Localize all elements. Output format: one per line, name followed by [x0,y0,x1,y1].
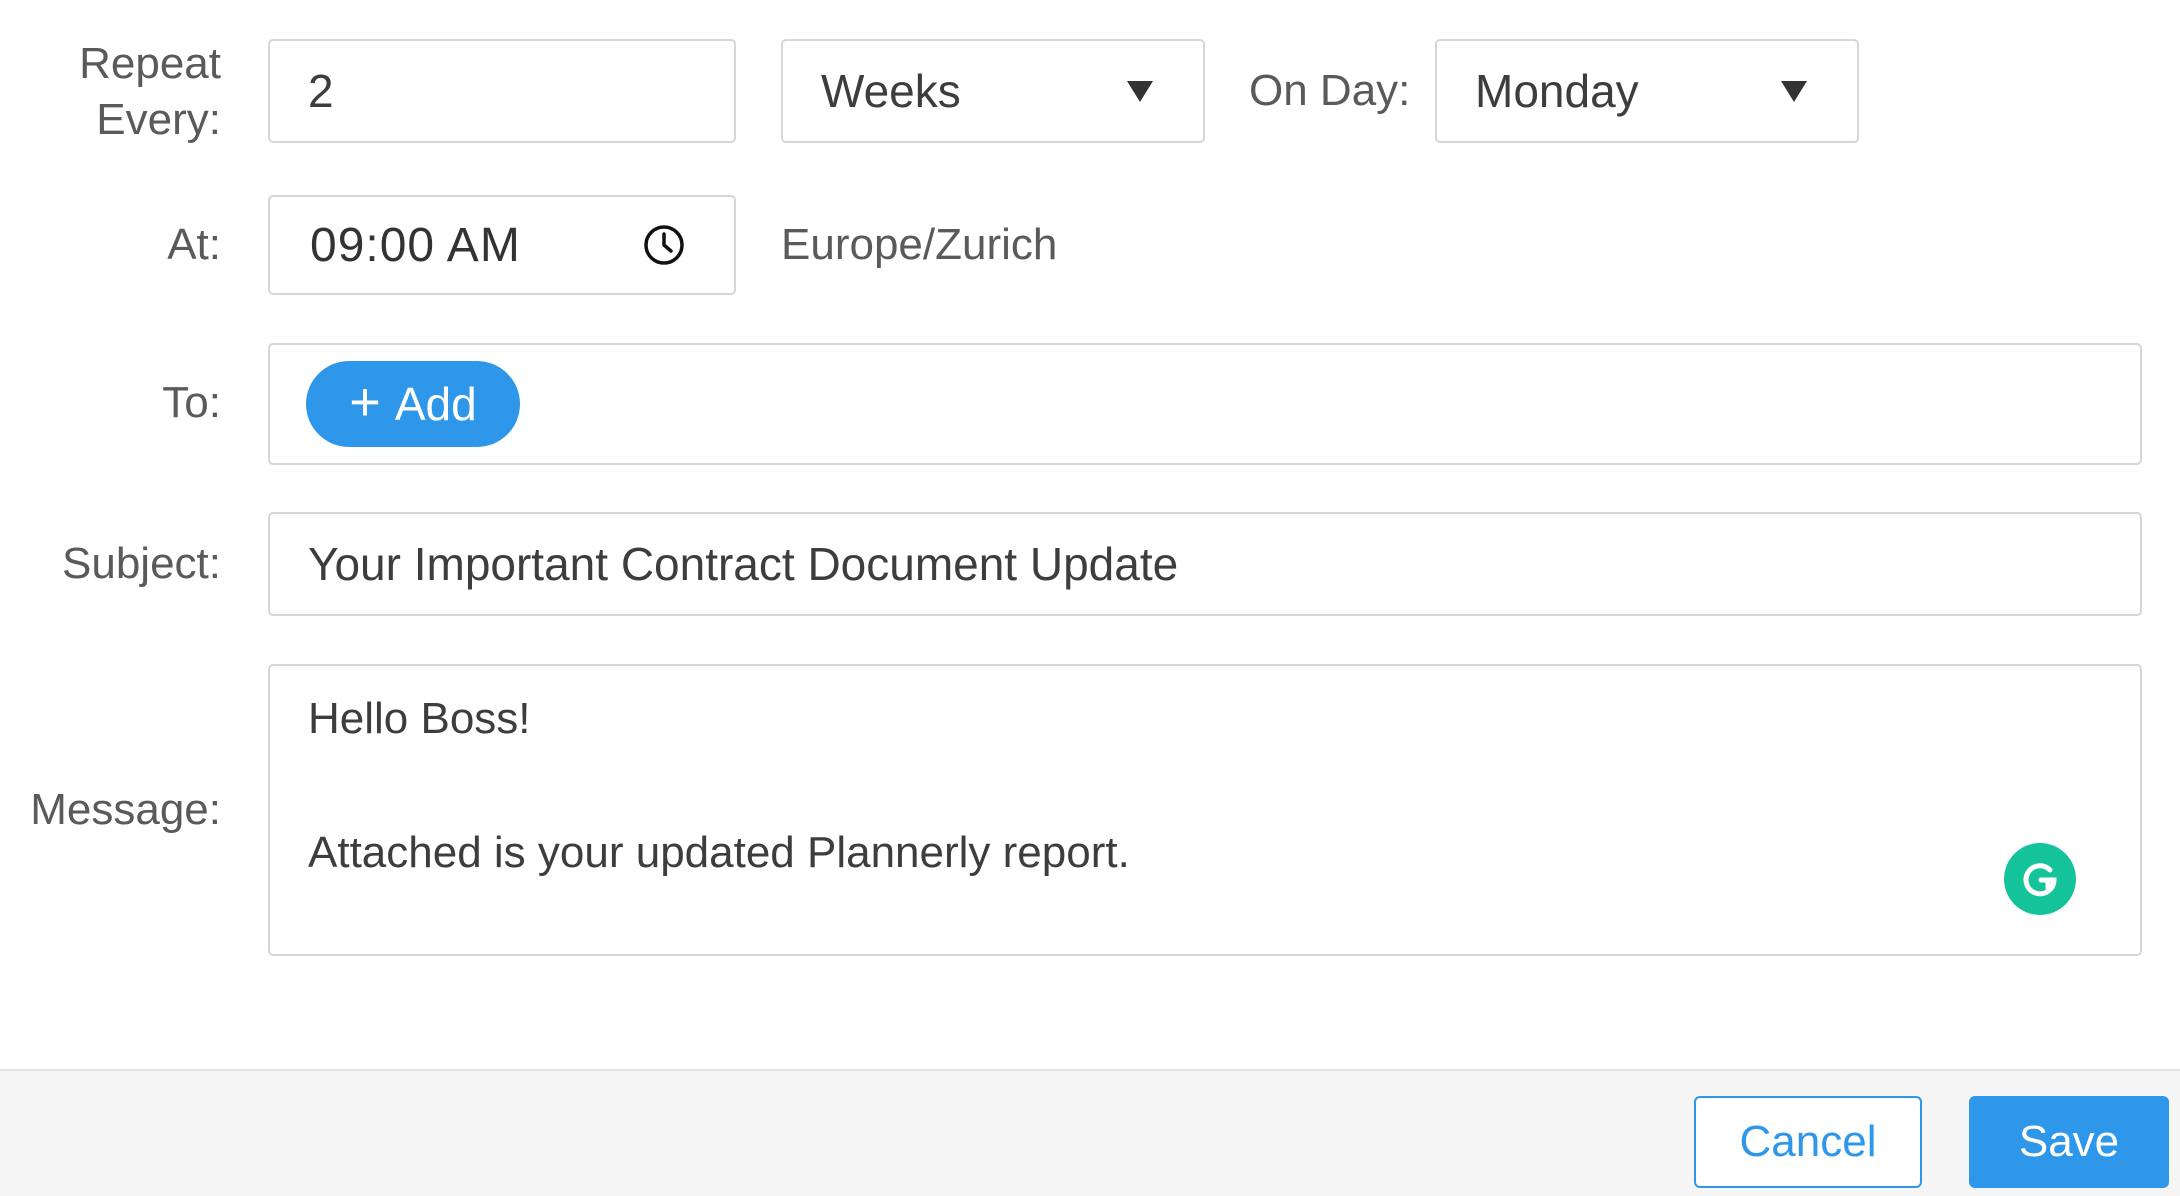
cancel-button[interactable]: Cancel [1694,1096,1922,1188]
save-button[interactable]: Save [1969,1096,2169,1188]
message-line: Hello Boss! [308,694,531,743]
plus-icon: + [349,372,381,432]
repeat-interval-value: 2 [308,65,334,117]
day-select[interactable]: Monday [1435,39,1859,143]
repeat-interval-input[interactable]: 2 [268,39,736,143]
recipients-field[interactable] [268,343,2142,465]
day-value: Monday [1475,65,1639,117]
message-textarea[interactable]: Hello Boss! Attached is your updated Pla… [268,664,2142,956]
repeat-unit-value: Weeks [821,65,961,117]
time-value: 09:00 AM [310,218,521,272]
subject-value: Your Important Contract Document Update [308,538,1179,590]
chevron-down-icon [1127,80,1153,102]
repeat-every-label: Repeat Every: [79,36,221,148]
schedule-report-form: Repeat Every: 2 Weeks On Day: Monday At:… [0,0,2180,1196]
at-label: At: [167,220,221,269]
subject-label: Subject: [62,539,221,588]
grammarly-g-icon [2023,863,2057,897]
add-recipient-button[interactable]: + Add [306,361,520,447]
add-recipient-label: Add [394,378,477,430]
message-line: Attached is your updated Plannerly repor… [308,828,1130,877]
to-label: To: [162,378,221,427]
message-label: Message: [30,785,221,834]
repeat-unit-select[interactable]: Weeks [781,39,1205,143]
on-day-label: On Day: [1249,66,1411,115]
time-input[interactable]: 09:00 AM [268,195,736,295]
grammarly-icon[interactable] [2004,843,2076,915]
clock-icon[interactable] [642,223,686,267]
timezone-text: Europe/Zurich [781,220,1058,269]
chevron-down-icon [1781,80,1807,102]
repeat-label-line2: Every: [96,95,221,144]
subject-input[interactable]: Your Important Contract Document Update [268,512,2142,616]
repeat-label-line1: Repeat [79,39,221,88]
